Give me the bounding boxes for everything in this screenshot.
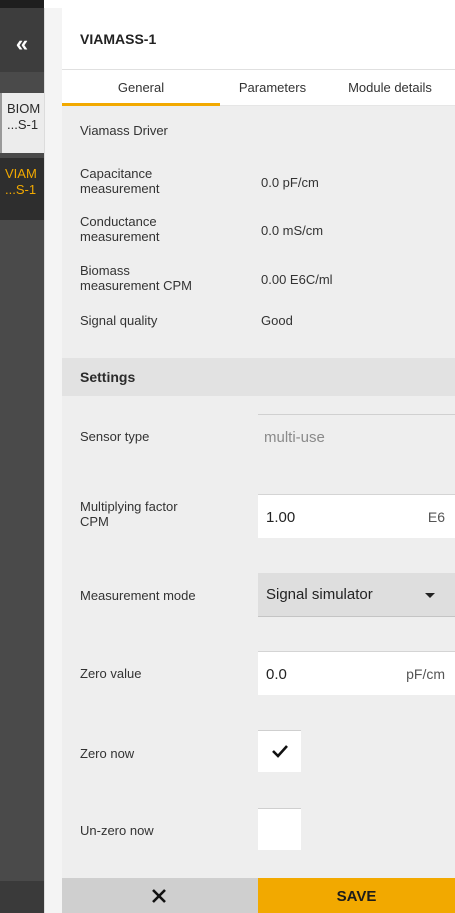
field-unit: pF/cm [406, 666, 445, 682]
general-content: Viamass Driver Capacitance measurement 0… [62, 106, 455, 878]
label-line: Conductance [80, 214, 157, 229]
rail-footer [0, 881, 44, 913]
measurement-mode-label: Measurement mode [80, 588, 196, 603]
label-line: Capacitance [80, 166, 153, 181]
label-line: Biomass [80, 263, 130, 278]
field-value: 1.00 [266, 509, 296, 526]
rail-item-biomass[interactable]: BIOM ...S-1 [0, 93, 44, 153]
save-button[interactable]: SAVE [258, 878, 455, 913]
rail-item-label: ...S-1 [7, 117, 39, 132]
zero-value-label: Zero value [80, 666, 142, 681]
rail-item-label: VIAM [5, 166, 37, 181]
signal-quality-value: Good [261, 313, 293, 328]
rail-item-label: BIOM [7, 101, 41, 116]
label-line: measurement [80, 229, 160, 244]
page-title: VIAMASS-1 [80, 31, 157, 47]
tab-parameters[interactable]: Parameters [220, 71, 325, 106]
biomass-value: 0.00 E6C/ml [261, 272, 333, 287]
capacitance-value: 0.0 pF/cm [261, 175, 319, 190]
unzero-now-label: Un-zero now [80, 823, 154, 838]
label-line: Multiplying factor [80, 499, 178, 514]
close-icon [152, 889, 166, 903]
zero-value-input[interactable]: 0.0 pF/cm [258, 651, 455, 695]
select-value: Signal simulator [266, 586, 373, 603]
multiplying-factor-label: Multiplying factor CPM [80, 499, 178, 529]
measurement-mode-select[interactable]: Signal simulator [258, 573, 455, 617]
sensor-type-value: multi-use [264, 429, 325, 446]
rail-item-label: ...S-1 [5, 182, 37, 197]
double-chevron-left-icon[interactable]: « [10, 32, 34, 56]
rail-header: « [0, 0, 44, 72]
multiplying-factor-input[interactable]: 1.00 E6 [258, 494, 455, 538]
biomass-label: Biomass measurement CPM [80, 263, 192, 293]
tab-general[interactable]: General [62, 71, 220, 106]
field-value: 0.0 [266, 666, 287, 683]
driver-label: Viamass Driver [80, 123, 168, 138]
sensor-type-label: Sensor type [80, 429, 150, 444]
tab-bar: General Parameters Module details [62, 71, 455, 106]
caret-down-icon [425, 593, 435, 598]
unzero-now-checkbox[interactable] [258, 808, 301, 850]
left-rail: « BIOM ...S-1 VIAM ...S-1 [0, 0, 44, 913]
rail-item-viamass[interactable]: VIAM ...S-1 [0, 158, 44, 220]
panel-edge [44, 8, 62, 913]
action-bar: SAVE [62, 878, 455, 913]
zero-now-label: Zero now [80, 746, 135, 761]
signal-quality-label: Signal quality [80, 313, 158, 328]
conductance-value: 0.0 mS/cm [261, 223, 324, 238]
panel-header: VIAMASS-1 [62, 8, 455, 70]
label-line: CPM [80, 514, 109, 529]
divider [258, 414, 455, 415]
conductance-label: Conductance measurement [80, 214, 159, 244]
settings-title: Settings [80, 369, 136, 385]
checkmark-icon [272, 745, 288, 758]
field-unit: E6 [427, 509, 445, 525]
capacitance-label: Capacitance measurement [80, 166, 159, 196]
label-line: measurement CPM [80, 278, 192, 293]
zero-now-checkbox[interactable] [258, 730, 301, 772]
save-label: SAVE [336, 888, 377, 905]
label-line: measurement [80, 181, 160, 196]
cancel-button[interactable] [62, 878, 258, 913]
tab-module-details[interactable]: Module details [325, 71, 455, 106]
settings-section-header: Settings [62, 358, 455, 396]
